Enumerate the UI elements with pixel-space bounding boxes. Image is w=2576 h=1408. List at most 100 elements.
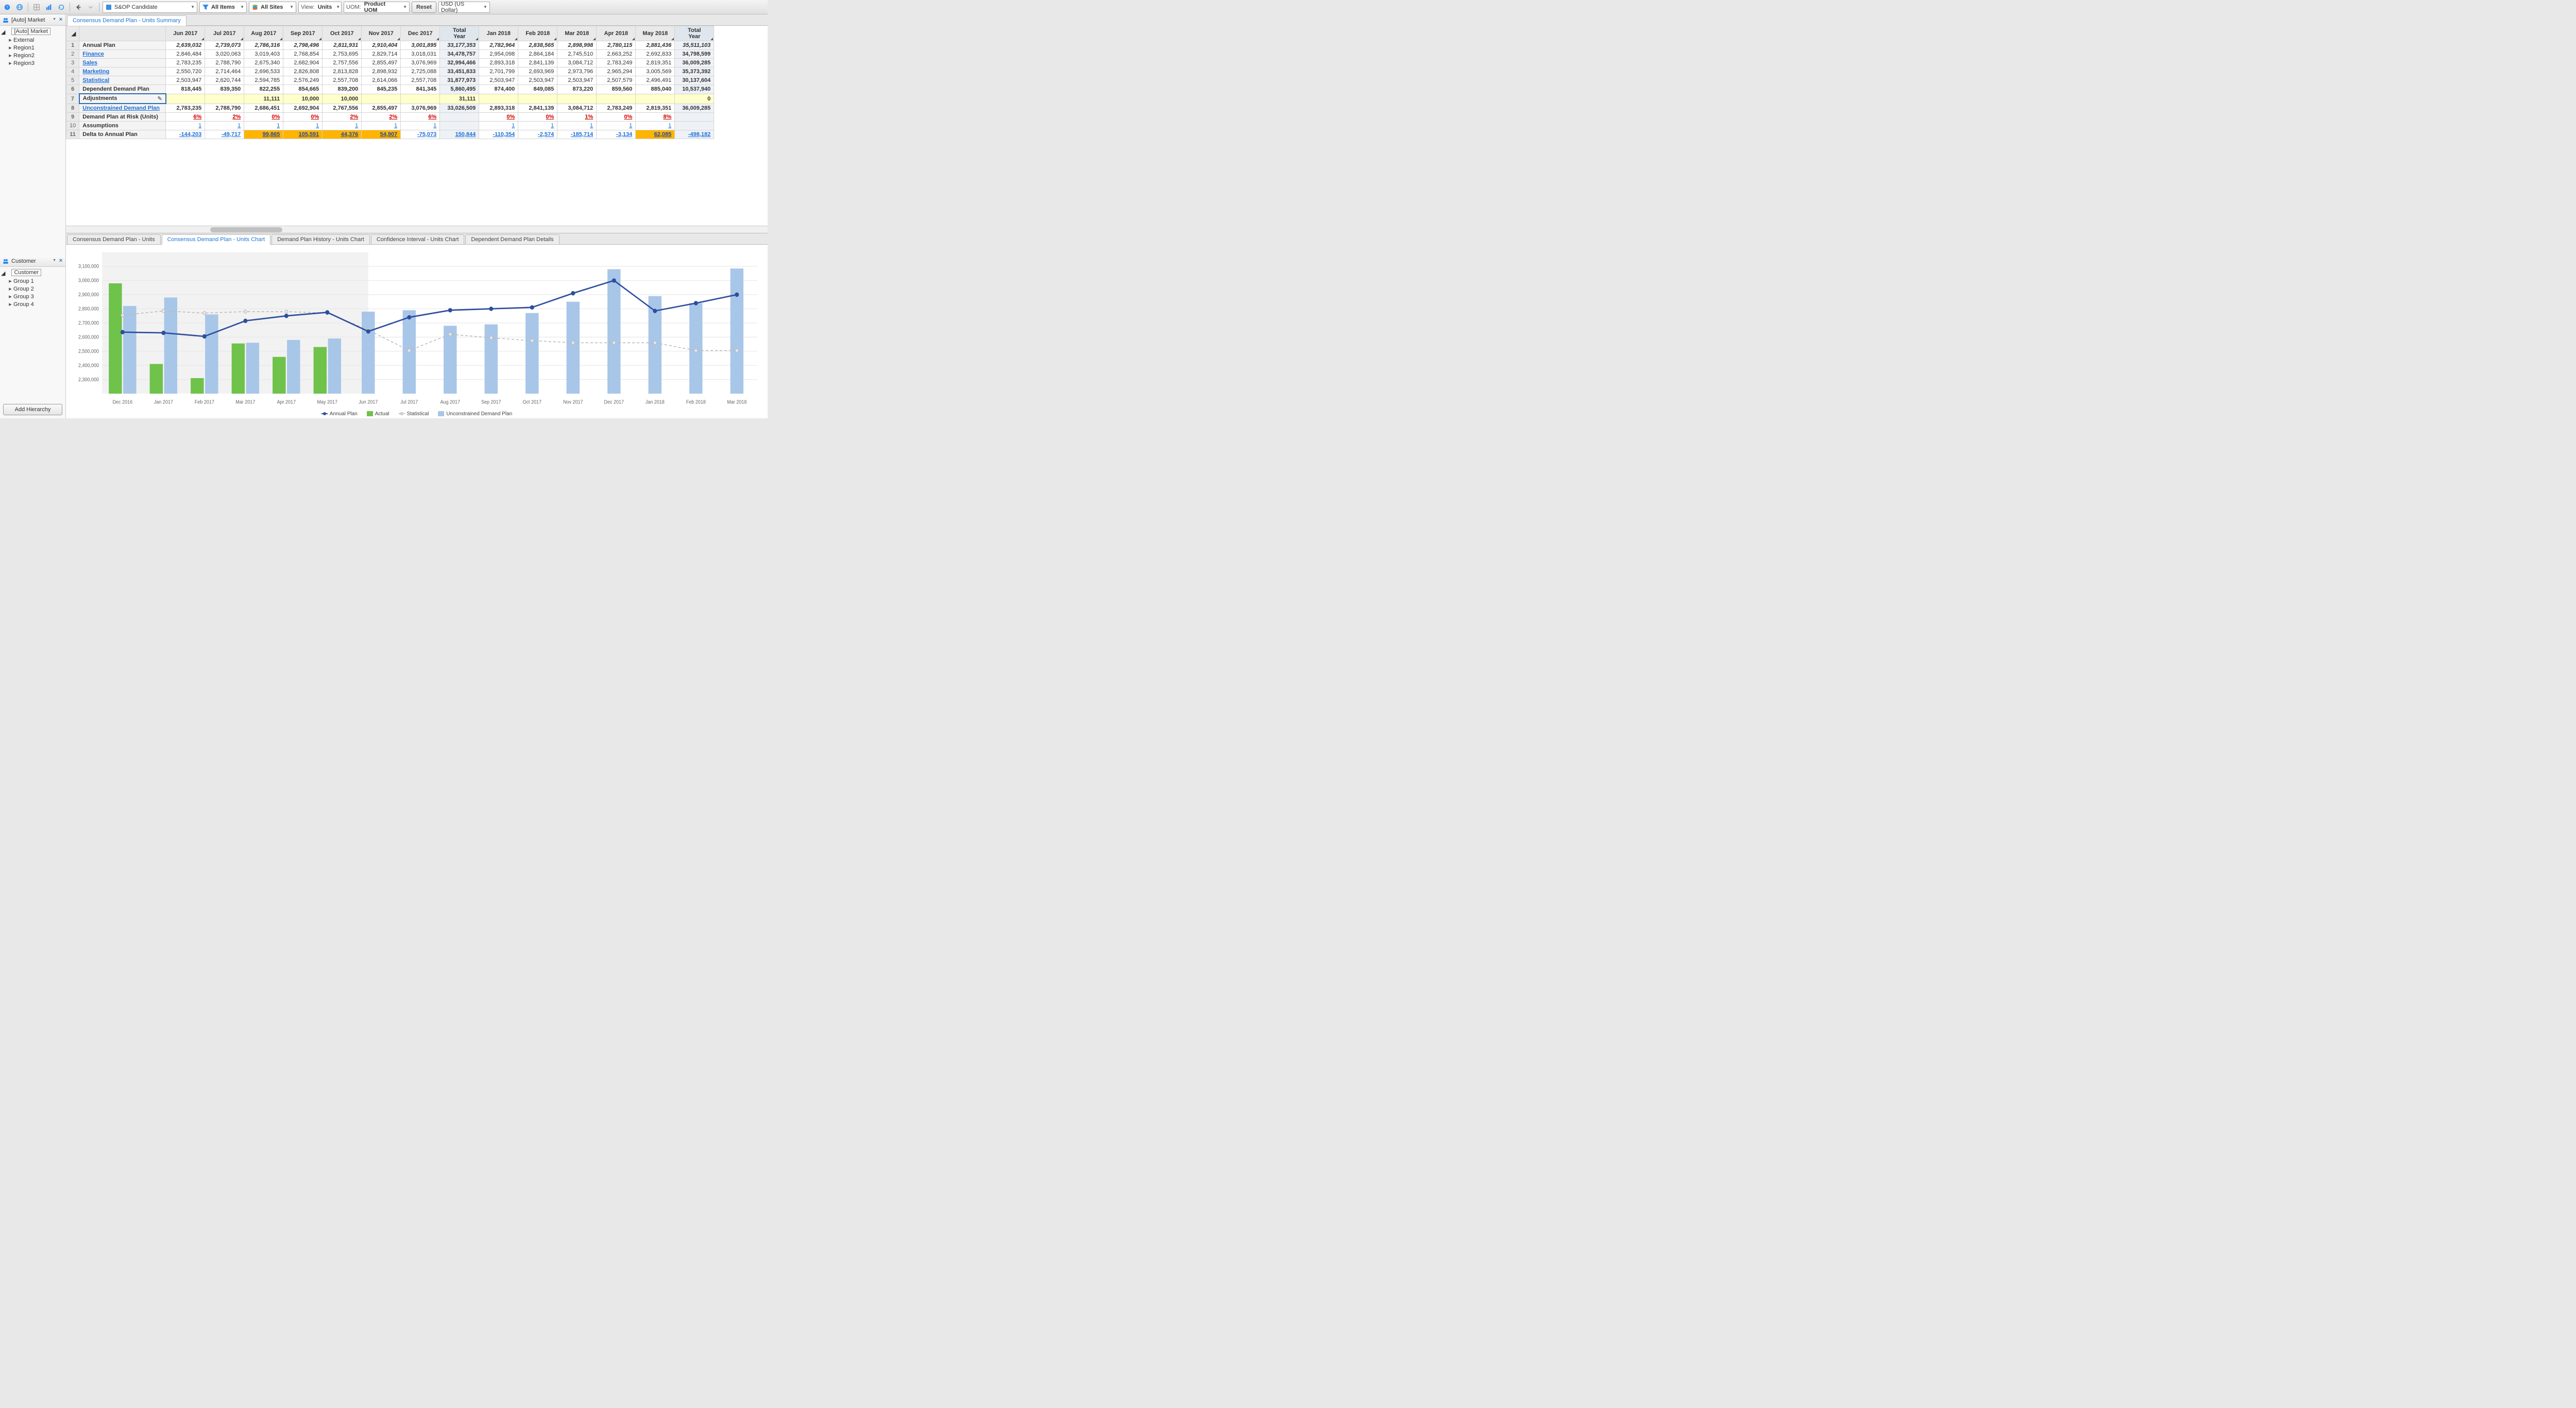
line-point[interactable]: [489, 336, 493, 339]
cell[interactable]: 2,798,496: [283, 41, 323, 50]
cell[interactable]: 32,994,466: [440, 59, 479, 67]
cell[interactable]: 2,841,139: [518, 104, 557, 113]
cell[interactable]: 2,898,932: [362, 67, 401, 76]
cell[interactable]: -144,203: [166, 130, 205, 139]
row-number[interactable]: 2: [66, 50, 79, 59]
cell[interactable]: -185,714: [557, 130, 597, 139]
col-header[interactable]: TotalYear: [675, 26, 714, 41]
tab[interactable]: Consensus Demand Plan - Units: [67, 234, 161, 244]
bar-actual[interactable]: [232, 344, 245, 394]
tree-node[interactable]: ▸Group 1: [1, 277, 64, 285]
cell[interactable]: 2,898,998: [557, 41, 597, 50]
cell[interactable]: 3,076,969: [401, 104, 440, 113]
line-point[interactable]: [162, 331, 165, 335]
cell[interactable]: [675, 113, 714, 122]
cell[interactable]: 2%: [362, 113, 401, 122]
cell[interactable]: 1: [205, 122, 244, 130]
cell[interactable]: 849,085: [518, 85, 557, 94]
row-number[interactable]: 5: [66, 76, 79, 85]
reset-button[interactable]: Reset: [412, 2, 436, 13]
bar-actual[interactable]: [191, 378, 204, 394]
cell[interactable]: 2,594,785: [244, 76, 283, 85]
cell[interactable]: 6%: [401, 113, 440, 122]
scenario-dropdown[interactable]: S&OP Candidate ▼: [103, 2, 197, 13]
grid-area[interactable]: ◢Jun 2017Jul 2017Aug 2017Sep 2017Oct 201…: [66, 26, 768, 226]
cell[interactable]: [362, 94, 401, 104]
line-point[interactable]: [326, 311, 329, 315]
cell[interactable]: 35,373,392: [675, 67, 714, 76]
cell[interactable]: 2,701,799: [479, 67, 518, 76]
cell[interactable]: 2,686,451: [244, 104, 283, 113]
cell[interactable]: 2,768,854: [283, 50, 323, 59]
bar-udp[interactable]: [567, 302, 580, 394]
col-header[interactable]: Feb 2018: [518, 26, 557, 41]
tab[interactable]: Dependent Demand Plan Details: [465, 234, 559, 244]
collapse-icon[interactable]: ◢: [1, 29, 5, 36]
cell[interactable]: 2,811,931: [323, 41, 362, 50]
col-header[interactable]: Dec 2017: [401, 26, 440, 41]
bar-udp[interactable]: [328, 338, 341, 394]
expand-icon[interactable]: ▸: [8, 60, 12, 66]
cell[interactable]: 1: [597, 122, 636, 130]
cell[interactable]: 1: [362, 122, 401, 130]
bar-udp[interactable]: [205, 314, 218, 394]
globe-icon[interactable]: [14, 2, 25, 12]
line-point[interactable]: [121, 314, 124, 317]
corner-cell[interactable]: ◢: [66, 26, 79, 41]
col-header[interactable]: Jun 2017: [166, 26, 205, 41]
cell[interactable]: 0%: [283, 113, 323, 122]
col-header[interactable]: Aug 2017: [244, 26, 283, 41]
cell[interactable]: [557, 94, 597, 104]
cell[interactable]: 2,503,947: [479, 76, 518, 85]
cell[interactable]: 1%: [557, 113, 597, 122]
cell[interactable]: -3,134: [597, 130, 636, 139]
row-number[interactable]: 3: [66, 59, 79, 67]
cell[interactable]: 0%: [479, 113, 518, 122]
col-header[interactable]: May 2018: [636, 26, 675, 41]
line-point[interactable]: [408, 315, 411, 319]
cell[interactable]: 3,084,712: [557, 59, 597, 67]
line-point[interactable]: [448, 308, 452, 312]
bar-actual[interactable]: [273, 357, 285, 394]
cell[interactable]: 3,018,031: [401, 50, 440, 59]
cell[interactable]: 2,780,115: [597, 41, 636, 50]
cell[interactable]: 2,745,510: [557, 50, 597, 59]
cell[interactable]: 845,235: [362, 85, 401, 94]
line-point[interactable]: [366, 330, 370, 334]
cell[interactable]: 2,893,318: [479, 104, 518, 113]
tree-node[interactable]: ▸Group 4: [1, 300, 64, 308]
cell[interactable]: 5,860,495: [440, 85, 479, 94]
refresh-icon[interactable]: [56, 2, 66, 12]
cell[interactable]: 859,560: [597, 85, 636, 94]
cell[interactable]: 2,503,947: [166, 76, 205, 85]
cell[interactable]: 2,620,744: [205, 76, 244, 85]
cell[interactable]: 2,496,491: [636, 76, 675, 85]
bar-udp[interactable]: [246, 343, 259, 394]
cell[interactable]: 11,111: [244, 94, 283, 104]
row-number[interactable]: 4: [66, 67, 79, 76]
cell[interactable]: 2,965,294: [597, 67, 636, 76]
line-point[interactable]: [653, 309, 657, 313]
expand-icon[interactable]: ▸: [8, 293, 12, 300]
cell[interactable]: 839,350: [205, 85, 244, 94]
cell[interactable]: 2,881,436: [636, 41, 675, 50]
line-point[interactable]: [408, 349, 411, 352]
expand-icon[interactable]: ▸: [8, 37, 12, 43]
cell[interactable]: 33,177,353: [440, 41, 479, 50]
cell[interactable]: 3,001,895: [401, 41, 440, 50]
cell[interactable]: 2,714,464: [205, 67, 244, 76]
cell[interactable]: 3,020,063: [205, 50, 244, 59]
tree-node[interactable]: ▸Region3: [1, 59, 64, 67]
col-header[interactable]: Sep 2017: [283, 26, 323, 41]
tree-node[interactable]: ▸External: [1, 36, 64, 44]
expand-icon[interactable]: ▸: [8, 285, 12, 292]
cell[interactable]: -498,182: [675, 130, 714, 139]
bar-udp[interactable]: [731, 268, 743, 394]
cell[interactable]: [401, 94, 440, 104]
bar-udp[interactable]: [607, 269, 620, 394]
cell[interactable]: 33,026,509: [440, 104, 479, 113]
customer-panel-header[interactable]: Customer ▼ ×: [0, 256, 65, 267]
cell[interactable]: 36,009,285: [675, 59, 714, 67]
cell[interactable]: -110,354: [479, 130, 518, 139]
cell[interactable]: 2,753,695: [323, 50, 362, 59]
